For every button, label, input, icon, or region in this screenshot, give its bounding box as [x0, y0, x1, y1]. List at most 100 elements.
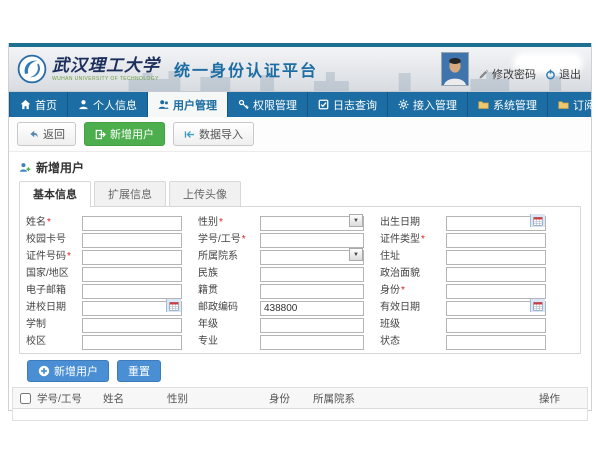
campus-input[interactable] [82, 335, 182, 350]
import-arrow-icon [184, 129, 195, 140]
chevron-down-icon: ▼ [353, 252, 359, 258]
new-user-form: 姓名*性别*▼出生日期校园卡号学号/工号*证件类型*证件号码*所属院系▼住址国家… [26, 213, 574, 347]
form-field-valid-date: 有效日期 [380, 298, 546, 313]
form-field-email: 电子邮箱 [26, 281, 182, 296]
field-label-email: 电子邮箱 [26, 281, 82, 296]
field-label-major: 专业 [198, 332, 260, 347]
postal-code-input[interactable] [260, 301, 364, 316]
required-asterisk: * [421, 234, 425, 245]
folder-icon [478, 99, 489, 110]
address-input[interactable] [446, 250, 546, 265]
nav-label-access-management: 接入管理 [413, 97, 457, 113]
nav-item-personal-info[interactable]: 个人信息 [68, 92, 148, 117]
id-type-input[interactable] [446, 233, 546, 248]
form-field-department: 所属院系 ▼ [198, 247, 364, 262]
field-label-country-region: 国家/地区 [26, 264, 82, 279]
nav-label-permission-management: 权限管理 [253, 97, 297, 113]
user-table: 学号/工号姓名性别身份所属院系操作 [12, 387, 588, 421]
form-field-campus-card-no: 校园卡号 [26, 230, 182, 245]
field-label-gender: 性别* [198, 213, 260, 228]
col-header-department: 所属院系 [313, 391, 539, 406]
status-input[interactable] [446, 335, 546, 350]
data-import-label: 数据导入 [199, 126, 243, 142]
users-icon [158, 99, 169, 110]
gender-dropdown-button[interactable]: ▼ [349, 214, 363, 227]
birth-date-calendar-button[interactable] [530, 214, 545, 227]
identity-input[interactable] [446, 284, 546, 299]
id-number-input[interactable] [82, 250, 182, 265]
reset-button[interactable]: 重置 [117, 360, 161, 382]
entry-date-calendar-button[interactable] [166, 299, 181, 312]
submit-add-user-button[interactable]: 新增用户 [27, 360, 109, 382]
study-duration-input[interactable] [82, 318, 182, 333]
add-user-label: 新增用户 [110, 126, 154, 142]
nav-item-system-management[interactable]: 系统管理 [468, 92, 548, 117]
name-input[interactable] [82, 216, 182, 231]
header: 武汉理工大学 WUHAN UNIVERSITY OF TECHNOLOGY 统一… [9, 47, 591, 92]
main-nav: 首页个人信息用户管理权限管理日志查询接入管理系统管理订阅管理 [9, 92, 591, 117]
form-field-entry-date: 进校日期 [26, 298, 182, 313]
department-dropdown-button[interactable]: ▼ [349, 248, 363, 261]
form-field-native-place: 籍贯 [198, 281, 364, 296]
class-input[interactable] [446, 318, 546, 333]
col-header-gender: 性别 [167, 391, 269, 406]
home-icon [20, 99, 31, 110]
form-field-campus: 校区 [26, 332, 182, 347]
form-field-birth-date: 出生日期 [380, 213, 546, 228]
nav-item-subscription-management[interactable]: 订阅管理 [548, 92, 600, 117]
back-arrow-icon [28, 129, 39, 140]
select-all-checkbox[interactable] [20, 393, 31, 404]
nav-label-log-query: 日志查询 [333, 97, 377, 113]
field-label-study-duration: 学制 [26, 315, 82, 330]
required-asterisk: * [401, 285, 405, 296]
tab-extended-info[interactable]: 扩展信息 [94, 181, 166, 206]
major-input[interactable] [260, 335, 364, 350]
app-window: 武汉理工大学 WUHAN UNIVERSITY OF TECHNOLOGY 统一… [8, 43, 592, 411]
nav-item-access-management[interactable]: 接入管理 [388, 92, 468, 117]
change-password-link[interactable]: 修改密码 [478, 66, 536, 82]
back-label: 返回 [43, 126, 65, 142]
form-field-class: 班级 [380, 315, 546, 330]
field-label-department: 所属院系 [198, 247, 260, 262]
nav-label-user-management: 用户管理 [173, 97, 217, 113]
political-status-input[interactable] [446, 267, 546, 282]
col-header-name: 姓名 [103, 391, 167, 406]
email-input[interactable] [82, 284, 182, 299]
calendar-icon [533, 301, 543, 311]
add-user-button[interactable]: 新增用户 [84, 122, 165, 146]
logout-label: 退出 [559, 66, 581, 82]
grade-input[interactable] [260, 318, 364, 333]
calendar-icon [169, 301, 179, 311]
logout-link[interactable]: 退出 [545, 66, 581, 82]
valid-date-calendar-button[interactable] [530, 299, 545, 312]
required-asterisk: * [219, 217, 223, 228]
user-avatar [441, 52, 469, 86]
folder-icon [558, 99, 569, 110]
form-field-address: 住址 [380, 247, 546, 262]
nav-label-subscription-management: 订阅管理 [573, 97, 600, 113]
student-employee-id-input[interactable] [260, 233, 364, 248]
ethnicity-input[interactable] [260, 267, 364, 282]
nav-item-home[interactable]: 首页 [9, 92, 68, 117]
nav-item-user-management[interactable]: 用户管理 [148, 92, 228, 117]
change-password-label: 修改密码 [492, 66, 536, 82]
form-actions: 新增用户 重置 [9, 354, 591, 387]
field-label-entry-date: 进校日期 [26, 298, 82, 313]
tab-basic-info[interactable]: 基本信息 [19, 181, 91, 207]
form-field-grade: 年级 [198, 315, 364, 330]
campus-card-no-input[interactable] [82, 233, 182, 248]
submit-label: 新增用户 [54, 363, 98, 379]
form-field-political-status: 政治面貌 [380, 264, 546, 279]
tab-upload-avatar[interactable]: 上传头像 [169, 181, 241, 206]
country-region-input[interactable] [82, 267, 182, 282]
back-button[interactable]: 返回 [17, 122, 76, 146]
native-place-input[interactable] [260, 284, 364, 299]
nav-label-personal-info: 个人信息 [93, 97, 137, 113]
nav-item-log-query[interactable]: 日志查询 [308, 92, 388, 117]
form-field-ethnicity: 民族 [198, 264, 364, 279]
nav-item-permission-management[interactable]: 权限管理 [228, 92, 308, 117]
required-asterisk: * [47, 217, 51, 228]
reset-label: 重置 [128, 363, 150, 379]
data-import-button[interactable]: 数据导入 [173, 122, 254, 146]
field-label-campus-card-no: 校园卡号 [26, 230, 82, 245]
